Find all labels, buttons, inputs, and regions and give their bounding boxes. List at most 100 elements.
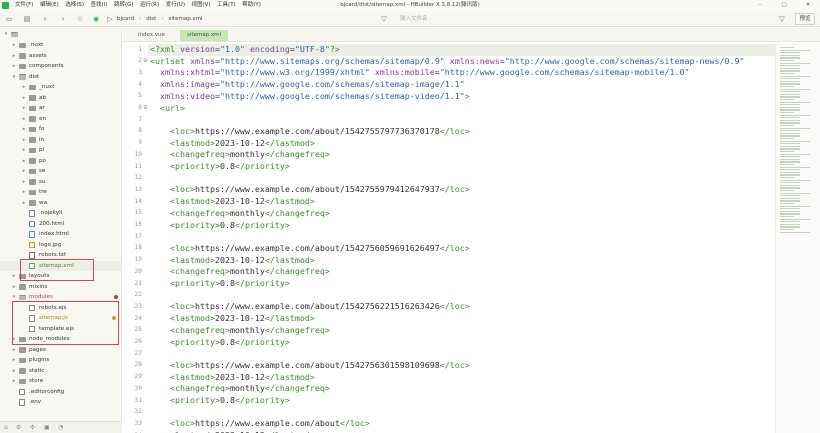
chevron-right-icon[interactable]: ▸ <box>11 366 17 377</box>
tab-sitemap-xml[interactable]: sitemap.xml <box>180 30 229 41</box>
tree-file[interactable]: sitemap.js <box>0 313 121 324</box>
tree-file[interactable]: .nojekyll <box>0 208 121 219</box>
tree-folder[interactable]: ▸ plugins <box>0 355 121 366</box>
tree-file[interactable]: template.ejs <box>0 324 121 335</box>
code-line[interactable]: <priority>0.8</priority> <box>150 395 290 405</box>
chevron-right-icon[interactable]: ▸ <box>21 145 27 156</box>
tree-file[interactable]: logo.jpg <box>0 240 121 251</box>
chevron-right-icon[interactable]: ▸ <box>11 40 17 51</box>
tree-folder[interactable]: ▸ ar <box>0 103 121 114</box>
chevron-right-icon[interactable]: ▸ <box>11 345 17 356</box>
tree-folder[interactable]: ▾ dist <box>0 72 121 83</box>
chevron-right-icon[interactable]: ▸ <box>21 156 27 167</box>
tree-folder[interactable]: ▾ modules <box>0 292 121 303</box>
code-line[interactable]: <changefreq>monthly</changefreq> <box>150 208 330 218</box>
chevron-right-icon[interactable]: ▸ <box>21 93 27 104</box>
fold-toggle-icon[interactable]: ⊟ <box>143 57 148 64</box>
chevron-right-icon[interactable]: ▸ <box>21 166 27 177</box>
chevron-right-icon[interactable]: ▸ <box>21 82 27 93</box>
tree-folder[interactable]: ▸ fo <box>0 124 121 135</box>
code-line[interactable]: <loc>https://www.example.com/about/15427… <box>150 126 470 136</box>
breadcrumb-item[interactable]: dist <box>146 11 156 27</box>
chevron-right-icon[interactable]: ▸ <box>11 271 17 282</box>
tree-file[interactable]: .editorconfig <box>0 387 121 398</box>
chevron-down-icon[interactable]: ▾ <box>11 72 17 83</box>
tree-folder[interactable]: ▸ assets <box>0 51 121 62</box>
maximize-button[interactable]: ▢ <box>772 0 796 11</box>
tree-root-row[interactable]: ▾ <box>0 29 121 40</box>
filter-icon[interactable]: ▽ <box>379 14 389 24</box>
breadcrumb-item[interactable]: bjcard <box>117 11 134 27</box>
tree-file[interactable]: sitemap.xml <box>0 260 121 271</box>
chevron-right-icon[interactable]: ▸ <box>11 282 17 293</box>
new-file-icon[interactable]: ▭ <box>4 14 14 24</box>
tree-folder[interactable]: ▸ static <box>0 366 121 377</box>
code-line[interactable]: <urlset xmlns="http://www.sitemaps.org/s… <box>150 56 744 66</box>
code-editor[interactable]: 1 <?xml version="1.0" encoding="UTF-8"?> 2… <box>123 43 775 433</box>
tree-folder[interactable]: ▸ wa <box>0 198 121 209</box>
code-line[interactable]: <changefreq>monthly</changefreq> <box>150 149 330 159</box>
tree-folder[interactable]: ▸ store <box>0 376 121 387</box>
tree-folder[interactable]: ▸ layouts <box>0 271 121 282</box>
tree-file[interactable]: robots.ejs <box>0 303 121 314</box>
chevron-right-icon[interactable]: ▸ <box>21 103 27 114</box>
chevron-right-icon[interactable]: ▸ <box>11 376 17 387</box>
chevron-right-icon[interactable]: ▸ <box>21 124 27 135</box>
tree-folder[interactable]: ▸ ab <box>0 93 121 104</box>
fold-toggle-icon[interactable]: ⊟ <box>143 104 148 111</box>
chevron-right-icon[interactable]: ▸ <box>21 177 27 188</box>
code-line[interactable]: <changefreq>monthly</changefreq> <box>150 383 330 393</box>
tree-folder[interactable]: ▸ .nuxt <box>0 40 121 51</box>
chevron-right-icon[interactable]: ▸ <box>11 334 17 345</box>
preview-button[interactable]: 预览 <box>795 13 815 25</box>
code-line[interactable]: <lastmod>2023-10-12</lastmod> <box>150 196 315 206</box>
code-line[interactable]: <loc>https://www.example.com/about</loc> <box>150 418 370 428</box>
minimize-button[interactable]: – <box>748 0 772 11</box>
code-line[interactable]: <changefreq>monthly</changefreq> <box>150 325 330 335</box>
code-line[interactable]: <lastmod>2023-10-12</lastmod> <box>150 138 315 148</box>
chevron-right-icon[interactable]: ▸ <box>21 187 27 198</box>
code-line[interactable]: <lastmod>2023-10-12</lastmod> <box>150 313 315 323</box>
chevron-right-icon[interactable]: ▸ <box>21 114 27 125</box>
code-line[interactable]: <loc>https://www.example.com/about/15427… <box>150 184 470 194</box>
chevron-down-icon[interactable]: ▾ <box>3 29 9 40</box>
tree-file[interactable]: index.html <box>0 229 121 240</box>
tree-folder[interactable]: ▸ components <box>0 61 121 72</box>
minimap[interactable] <box>775 43 820 433</box>
tree-file[interactable]: 200.html <box>0 219 121 230</box>
code-line[interactable]: <priority>0.8</priority> <box>150 161 290 171</box>
breadcrumb-item[interactable]: sitemap.xml <box>169 11 203 27</box>
code-line[interactable]: <priority>0.8</priority> <box>150 337 290 347</box>
tree-folder[interactable]: ▸ _nuxt <box>0 82 121 93</box>
run-icon[interactable]: ◉ <box>91 14 101 24</box>
tree-folder[interactable]: ▸ tre <box>0 187 121 198</box>
tree-folder[interactable]: ▸ su <box>0 177 121 188</box>
code-line[interactable]: <priority>0.8</priority> <box>150 220 290 230</box>
code-line[interactable]: xmlns:image="http://www.google.com/schem… <box>150 79 465 89</box>
settings-icon[interactable]: ⚙ <box>16 424 21 431</box>
home-icon[interactable]: ⌂ <box>4 424 8 431</box>
code-line[interactable]: <url> <box>150 103 185 113</box>
tree-folder[interactable]: ▸ in <box>0 135 121 146</box>
puzzle-icon[interactable]: ✣ <box>30 424 35 431</box>
code-line[interactable]: <lastmod>2023-10-12</lastmod> <box>150 372 315 382</box>
tab-index-vue[interactable]: index.vue <box>131 30 172 41</box>
play-icon[interactable]: ▷ <box>105 14 115 24</box>
terminal-icon[interactable]: ▣ <box>44 424 50 431</box>
chevron-right-icon[interactable]: ▸ <box>11 51 17 62</box>
chevron-right-icon[interactable]: ▸ <box>11 61 17 72</box>
tree-folder[interactable]: ▸ mixins <box>0 282 121 293</box>
tree-folder[interactable]: ▸ en <box>0 114 121 125</box>
code-line[interactable]: <priority>0.8</priority> <box>150 278 290 288</box>
forward-icon[interactable]: › <box>58 14 68 24</box>
tree-folder[interactable]: ▸ po <box>0 156 121 167</box>
tree-folder[interactable]: ▸ se <box>0 166 121 177</box>
close-button[interactable]: ✕ <box>796 0 820 11</box>
code-line[interactable]: xmlns:video="http://www.google.com/schem… <box>150 91 470 101</box>
code-line[interactable]: <changefreq>monthly</changefreq> <box>150 266 330 276</box>
chevron-down-icon[interactable]: ▾ <box>11 292 17 303</box>
star-icon[interactable]: ☆ <box>75 14 85 24</box>
tree-folder[interactable]: ▸ pl <box>0 145 121 156</box>
code-line[interactable]: <loc>https://www.example.com/about/15427… <box>150 301 470 311</box>
code-line[interactable]: <loc>https://www.example.com/about/15427… <box>150 360 470 370</box>
